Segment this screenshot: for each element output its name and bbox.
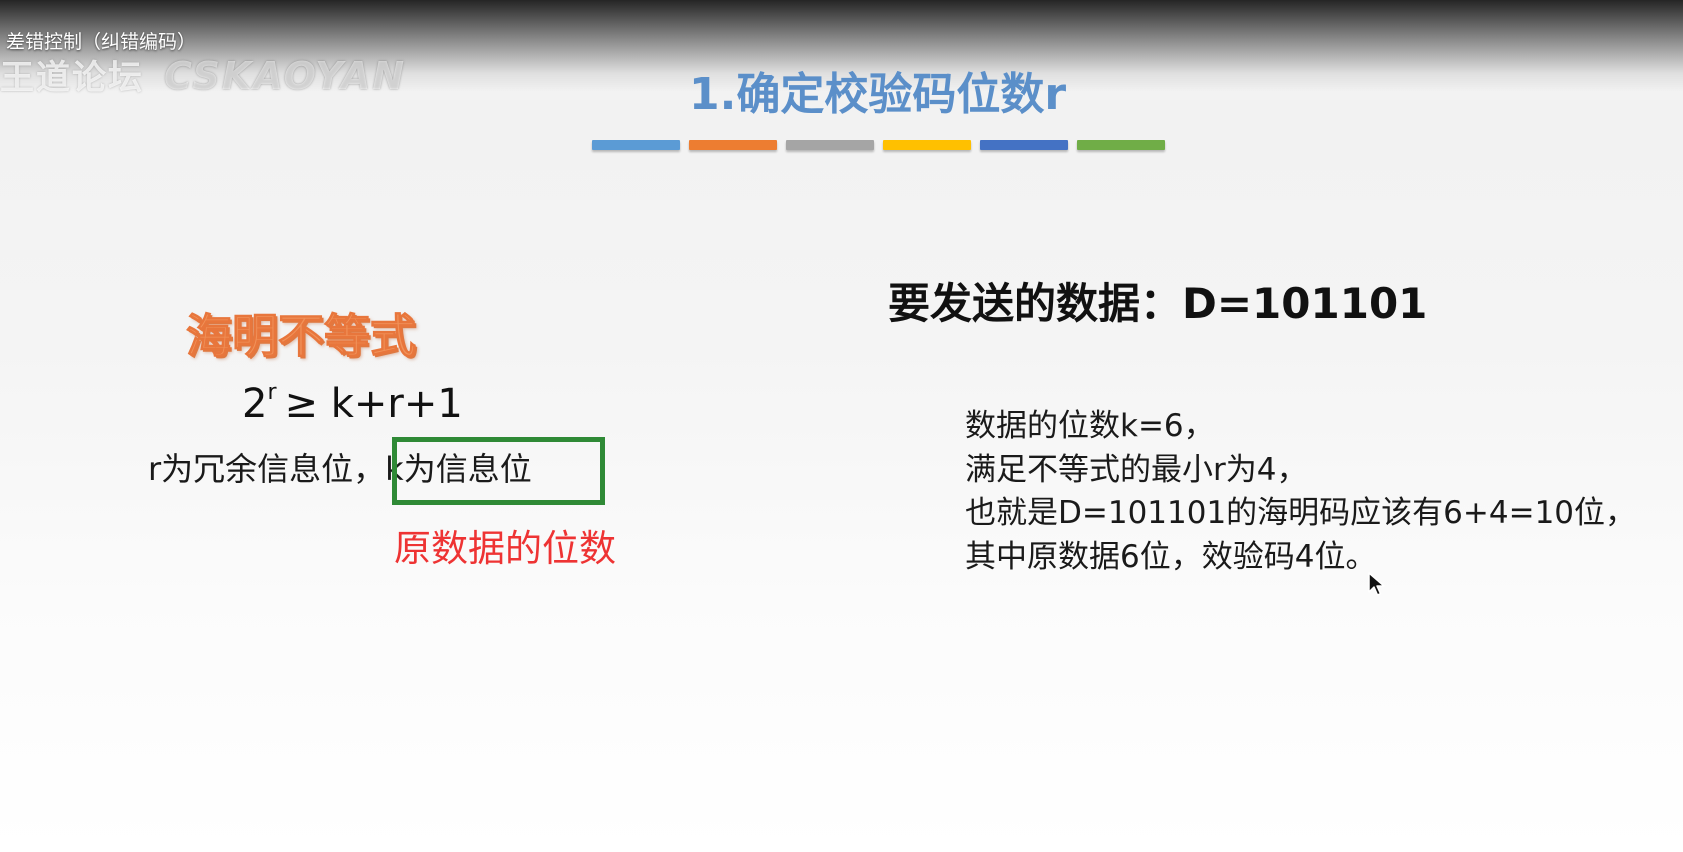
- explanation-line: 也就是D=101101的海明码应该有6+4=10位，: [965, 495, 1637, 531]
- original-bits-note: 原数据的位数: [394, 527, 616, 570]
- send-data-heading: 要发送的数据：D=101101: [888, 279, 1428, 328]
- formula-rest: ≥ k+r+1: [284, 381, 463, 427]
- formula-base: 2: [242, 381, 268, 427]
- mouse-cursor-icon: [1368, 572, 1385, 596]
- hamming-inequality-heading: 海明不等式: [186, 309, 417, 364]
- highlight-box: [392, 437, 605, 505]
- slide-title: 1.确定校验码位数r: [688, 69, 1067, 120]
- definition-prefix: r为冗余信息位，: [148, 450, 386, 488]
- explanation-line: 满足不等式的最小r为4，: [965, 451, 1308, 488]
- hamming-formula: 2r ≥ k+r+1: [242, 380, 463, 427]
- accent-bar: [592, 140, 680, 150]
- accent-bar: [786, 140, 874, 150]
- formula-exponent: r: [267, 380, 277, 405]
- explanation-line: 其中原数据6位，效验码4位。: [965, 538, 1377, 575]
- accent-bar: [883, 140, 971, 150]
- explanation-block: 数据的位数k=6， 满足不等式的最小r为4， 也就是D=101101的海明码应该…: [965, 405, 1636, 579]
- title-accent-bars: [592, 140, 1165, 150]
- accent-bar: [980, 140, 1068, 150]
- accent-bar: [1077, 140, 1165, 150]
- explanation-line: 数据的位数k=6，: [965, 408, 1215, 444]
- accent-bar: [689, 140, 777, 150]
- video-frame: 差错控制（纠错编码） 王道论坛 CSKAOYAN 1.确定校验码位数r 海明不等式…: [0, 0, 1683, 852]
